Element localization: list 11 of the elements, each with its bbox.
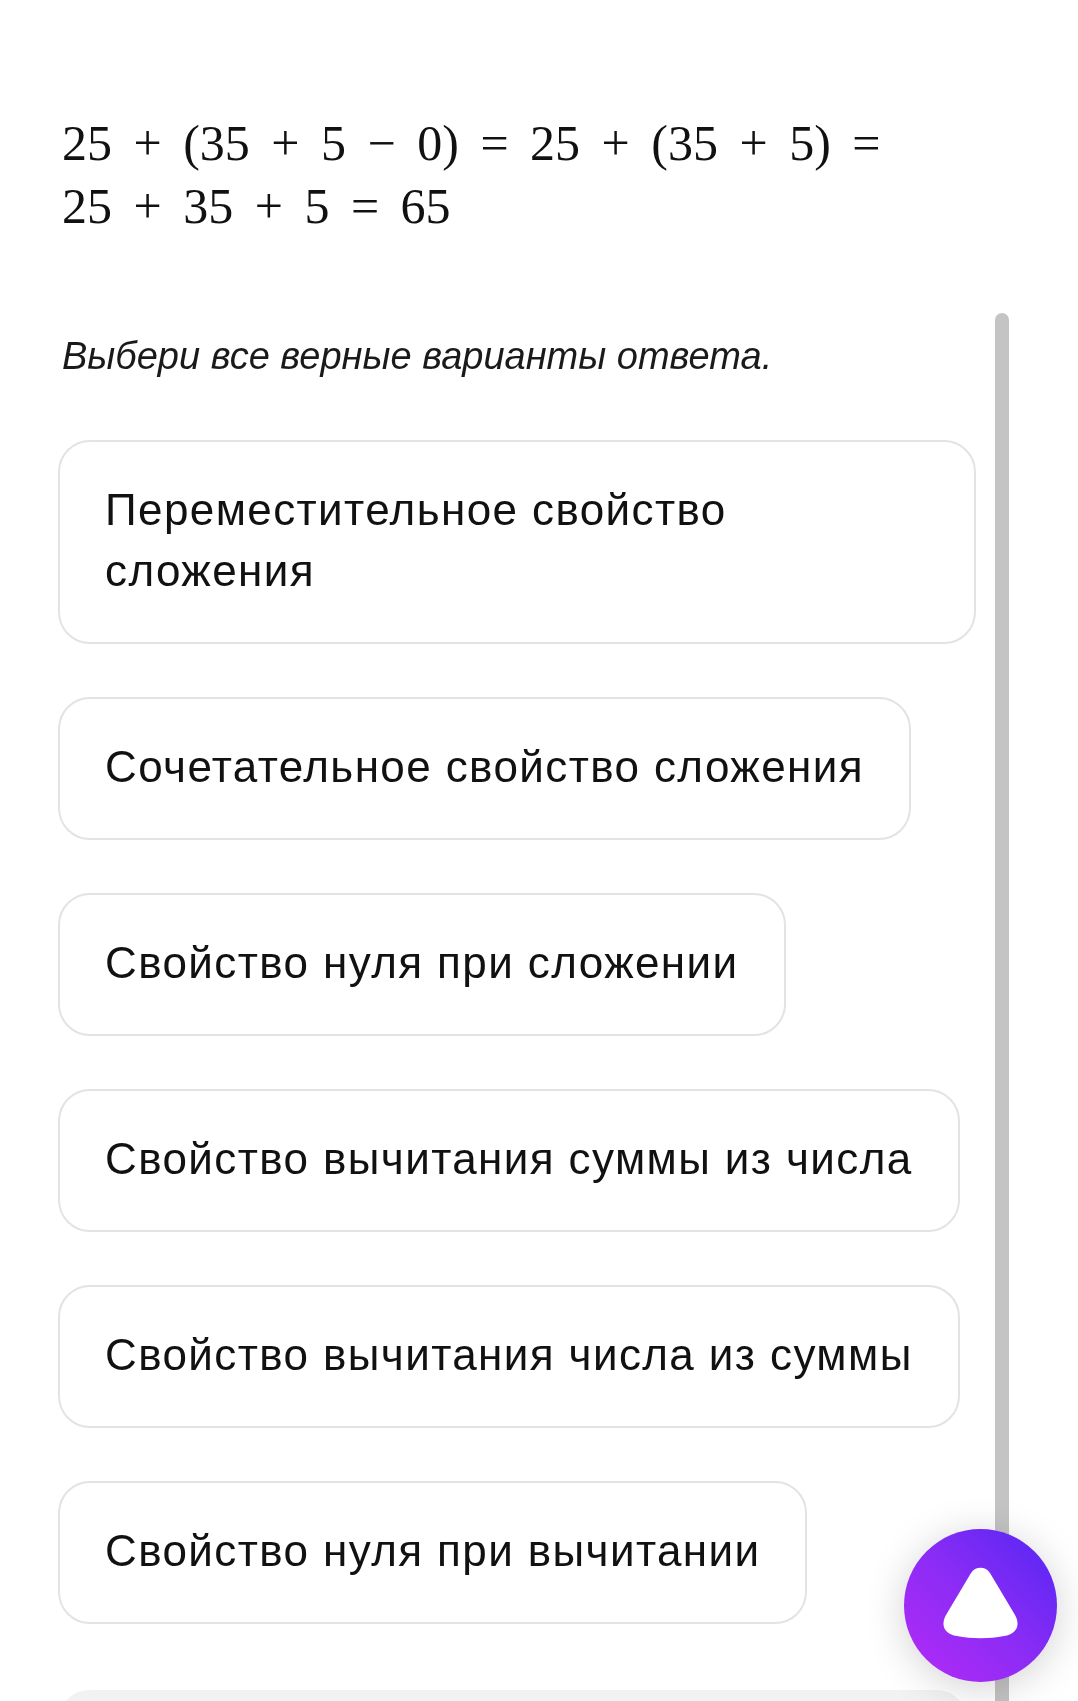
triangle-icon: [942, 1565, 1019, 1640]
math-expression: 25 + 35 + 5 = 65: [62, 177, 451, 236]
answer-option[interactable]: Свойство вычитания числа из суммы: [58, 1285, 960, 1428]
instruction-text: Выбери все верные варианты ответа.: [62, 334, 773, 379]
answer-option[interactable]: Свойство нуля при вычитании: [58, 1481, 808, 1624]
scrollbar-thumb[interactable]: [995, 313, 1009, 1701]
answer-option[interactable]: Сочетательное свойство сложения: [58, 697, 911, 840]
answer-option[interactable]: Свойство вычитания суммы из числа: [58, 1089, 960, 1232]
math-expression: 25 + (35 + 5 − 0) = 25 + (35 + 5) =: [62, 114, 881, 173]
answer-option[interactable]: Переместительное свойство сложения: [58, 440, 976, 644]
answer-option[interactable]: Свойство нуля при сложении: [58, 893, 786, 1036]
